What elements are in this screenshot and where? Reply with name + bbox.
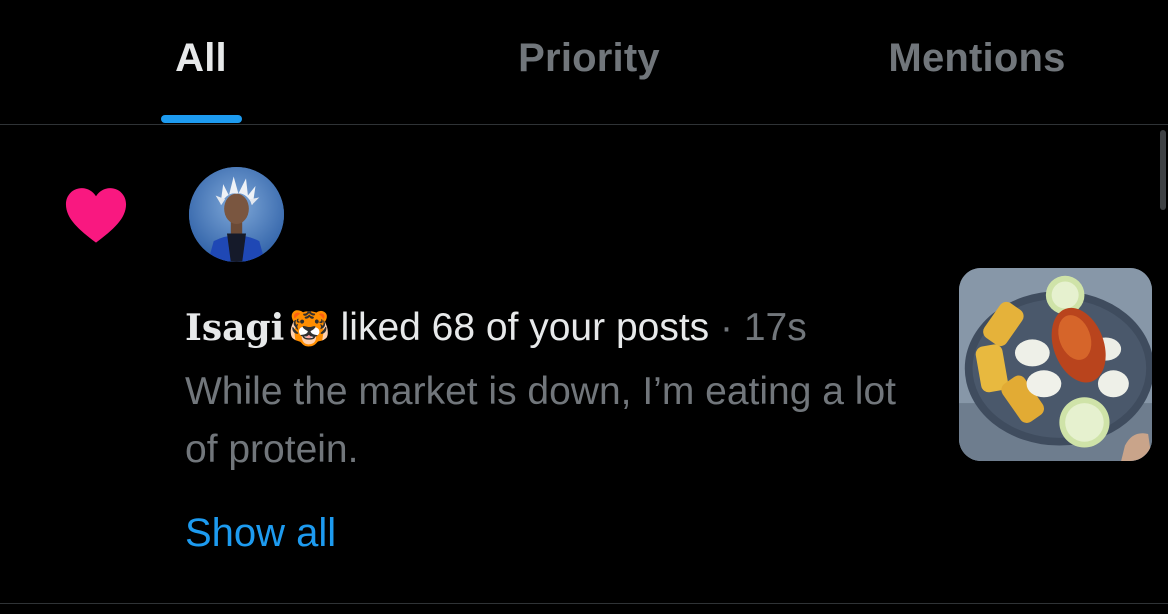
active-tab-indicator	[161, 115, 242, 123]
tab-all-label: All	[175, 36, 227, 80]
notifications-screen: All Priority Mentions Isagi 🐯 liked 68 o…	[0, 0, 1168, 614]
food-plate-image	[959, 268, 1152, 461]
avatar-illustration	[189, 167, 284, 262]
tab-priority-label: Priority	[518, 36, 660, 80]
notification-text: Isagi 🐯 liked 68 of your posts · 17s While…	[185, 304, 925, 479]
notification-time: 17s	[743, 306, 807, 349]
notification-headline: Isagi 🐯 liked 68 of your posts · 17s	[185, 304, 925, 353]
tab-all[interactable]: All	[121, 0, 281, 124]
tiger-emoji-icon: 🐯	[288, 310, 331, 348]
food-plate-thumbnail[interactable]	[959, 268, 1152, 461]
scrollbar[interactable]	[1160, 130, 1166, 210]
user-avatar[interactable]	[189, 167, 284, 262]
heart-icon	[65, 188, 127, 243]
tab-mentions[interactable]: Mentions	[852, 0, 1102, 124]
post-preview-text[interactable]: While the market is down, I’m eating a l…	[185, 363, 925, 479]
like-notification[interactable]: Isagi 🐯 liked 68 of your posts · 17s While…	[0, 126, 1168, 604]
tab-mentions-label: Mentions	[888, 36, 1066, 80]
separator-dot: ·	[720, 306, 734, 349]
user-name[interactable]: Isagi	[185, 307, 284, 349]
notification-action: liked 68 of your posts	[340, 306, 710, 349]
show-all-link[interactable]: Show all	[185, 511, 336, 556]
notification-tabs: All Priority Mentions	[0, 0, 1168, 125]
tab-priority[interactable]: Priority	[469, 0, 709, 124]
